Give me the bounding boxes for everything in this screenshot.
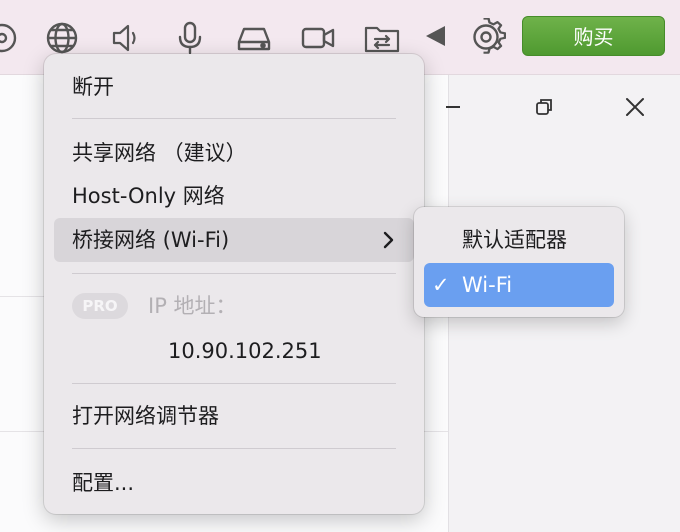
menu-separator	[72, 273, 396, 274]
menu-item-bridged-network[interactable]: 桥接网络 (Wi-Fi)	[72, 225, 229, 255]
checkmark-icon: ✓	[432, 273, 450, 297]
microphone-icon[interactable]	[170, 18, 210, 58]
drive-icon[interactable]	[234, 18, 274, 58]
network-menu: 断开 共享网络 （建议） Host-Only 网络 桥接网络 (Wi-Fi) P…	[44, 54, 424, 514]
ip-address-value: 10.90.102.251	[168, 339, 322, 363]
speaker-icon[interactable]	[106, 18, 146, 58]
menu-separator	[72, 448, 396, 449]
menu-item-configure[interactable]: 配置...	[72, 468, 134, 498]
menu-item-host-only[interactable]: Host-Only 网络	[72, 181, 225, 211]
ip-address-label: IP 地址：	[148, 294, 237, 318]
submenu-item-wifi[interactable]: Wi-Fi	[462, 270, 512, 300]
menu-item-shared-network[interactable]: 共享网络 （建议）	[72, 138, 247, 168]
menu-separator	[72, 383, 396, 384]
minimize-icon[interactable]	[438, 92, 468, 122]
camera-icon[interactable]	[298, 18, 338, 58]
triangle-left-icon[interactable]	[418, 18, 458, 58]
menu-item-disconnect[interactable]: 断开	[72, 72, 114, 102]
gear-icon[interactable]	[466, 17, 507, 58]
menu-item-open-network-conditioner[interactable]: 打开网络调节器	[72, 401, 219, 431]
shared-folder-icon[interactable]	[362, 18, 402, 58]
submenu-item-highlight	[424, 263, 614, 307]
bridged-submenu: 默认适配器 ✓ Wi-Fi	[414, 207, 624, 317]
disc-icon[interactable]	[0, 18, 22, 58]
close-icon[interactable]	[620, 92, 650, 122]
submenu-item-default-adapter[interactable]: 默认适配器	[462, 225, 567, 255]
globe-icon[interactable]	[42, 18, 82, 58]
pro-badge: PRO	[72, 293, 128, 319]
restore-icon[interactable]	[529, 92, 559, 122]
chevron-right-icon	[378, 228, 398, 252]
buy-button[interactable]: 购买	[522, 16, 665, 56]
menu-separator	[72, 118, 396, 119]
